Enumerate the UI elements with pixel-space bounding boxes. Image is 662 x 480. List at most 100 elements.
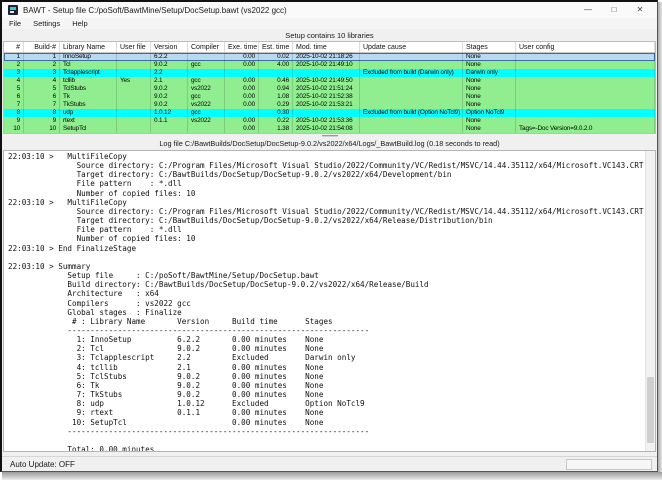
cell-mod-time: 2025-10-02 21:53:21 [293, 101, 360, 109]
cell-mod-time: 2025-10-02 21:49:50 [293, 77, 360, 85]
table-row[interactable]: 1010SetupTcl0.001.382025-10-02 21:54:08N… [4, 125, 655, 133]
cell-compiler: vs2022 [188, 85, 225, 93]
col-header-update-cause[interactable]: Update cause [360, 42, 463, 52]
table-row[interactable]: 99rtext0.1.1vs20220.000.222025-10-02 21:… [4, 117, 655, 125]
table-row[interactable]: 33Tclapplescript2.2Excluded from build (… [4, 69, 655, 77]
cell-num: 5 [4, 85, 24, 93]
cell-stages: None [463, 101, 516, 109]
cell-user-config [516, 85, 655, 93]
cell-stages: None [463, 77, 516, 85]
window-shadow-right [658, 2, 662, 472]
cell-user-file [117, 101, 151, 109]
log-output[interactable]: 22:03:10 > MultiFileCopy Source director… [4, 151, 655, 452]
col-header-version[interactable]: Version [151, 42, 188, 52]
table-row[interactable]: 11InnoSetup6.2.20.000.022025-10-02 21:18… [4, 53, 655, 61]
cell-mod-time: 2025-10-02 21:18:26 [293, 53, 360, 61]
cell-num: 1 [4, 53, 24, 61]
log-vertical-scrollbar[interactable] [645, 151, 655, 451]
cell-est-time: 0.29 [259, 101, 293, 109]
cell-exe-time: 0.00 [225, 101, 259, 109]
cell-est-time: 1.38 [259, 125, 293, 133]
cell-version [151, 125, 188, 133]
table-row[interactable]: 55TclStubs9.0.2vs20220.000.942025-10-02 … [4, 85, 655, 93]
cell-num: 2 [4, 61, 24, 69]
cell-exe-time: 0.00 [225, 117, 259, 125]
cell-stages: Option NoTcl9 [463, 109, 516, 117]
cell-user-file [117, 61, 151, 69]
cell-est-time: 0.02 [259, 53, 293, 61]
window-shadow-bottom [2, 472, 662, 480]
cell-compiler: gcc [188, 61, 225, 69]
close-button[interactable]: ✕ [627, 2, 653, 18]
window-title: BAWT - Setup file C:/poSoft/BawtMine/Set… [23, 6, 287, 15]
maximize-button[interactable]: □ [601, 2, 627, 18]
scrollbar-thumb[interactable] [647, 377, 654, 443]
col-header-exe-time[interactable]: Exe. time [225, 42, 259, 52]
col-header-library-name[interactable]: Library Name [60, 42, 117, 52]
cell-exe-time [225, 69, 259, 77]
menu-item-file[interactable]: File [9, 19, 21, 28]
cell-compiler [188, 69, 225, 77]
cell-user-file [117, 125, 151, 133]
pane-sash[interactable] [2, 134, 657, 138]
cell-num: 9 [4, 117, 24, 125]
cell-build: 2 [24, 61, 60, 69]
col-header-build[interactable]: Build-# [24, 42, 60, 52]
cell-exe-time: 0.00 [225, 125, 259, 133]
cell-version: 9.0.2 [151, 85, 188, 93]
table-row[interactable]: 22Tcl9.0.2gcc0.004.002025-10-02 21:49:10… [4, 61, 655, 69]
cell-update-cause: Excluded from build (Darwin only) [360, 69, 463, 77]
cell-num: 10 [4, 125, 24, 133]
col-header-est-time[interactable]: Est. time [259, 42, 293, 52]
progress-panel [566, 459, 652, 470]
cell-mod-time: 2025-10-02 21:51:24 [293, 85, 360, 93]
cell-compiler: gcc [188, 77, 225, 85]
minimize-button[interactable]: — [575, 2, 601, 18]
bawt-window: BAWT - Setup file C:/poSoft/BawtMine/Set… [0, 0, 658, 472]
log-area: 22:03:10 > MultiFileCopy Source director… [3, 150, 656, 452]
cell-user-config [516, 117, 655, 125]
cell-version: 2.1 [151, 77, 188, 85]
cell-mod-time: 2025-10-02 21:53:36 [293, 117, 360, 125]
cell-est-time: 4.00 [259, 61, 293, 69]
cell-exe-time: 0.00 [225, 85, 259, 93]
cell-stages: None [463, 125, 516, 133]
col-header-stages[interactable]: Stages [463, 42, 516, 52]
cell-build: 6 [24, 93, 60, 101]
cell-stages: None [463, 117, 516, 125]
col-header-user-file[interactable]: User file [117, 42, 151, 52]
col-header-num[interactable]: # [4, 42, 24, 52]
cell-compiler [188, 125, 225, 133]
window-controls: — □ ✕ [575, 2, 653, 18]
table-row[interactable]: 44tcllibYes2.1gcc0.000.462025-10-02 21:4… [4, 77, 655, 85]
table-row[interactable]: 77TkStubs9.0.2vs20220.000.292025-10-02 2… [4, 101, 655, 109]
cell-est-time: 1.08 [259, 93, 293, 101]
menu-item-settings[interactable]: Settings [33, 19, 60, 28]
cell-mod-time: 2025-10-02 21:54:08 [293, 125, 360, 133]
cell-build: 5 [24, 85, 60, 93]
cell-version: 1.0.12 [151, 109, 188, 117]
cell-stages: None [463, 93, 516, 101]
cell-user-config [516, 77, 655, 85]
cell-est-time [259, 69, 293, 77]
col-header-compiler[interactable]: Compiler [188, 42, 225, 52]
col-header-mod-time[interactable]: Mod. time [293, 42, 360, 52]
cell-name: Tclapplescript [60, 69, 117, 77]
cell-update-cause [360, 85, 463, 93]
cell-build: 3 [24, 69, 60, 77]
table-row[interactable]: 66Tk9.0.2gcc0.001.082025-10-02 21:52:38N… [4, 93, 655, 101]
cell-compiler [188, 53, 225, 61]
menu-item-help[interactable]: Help [72, 19, 87, 28]
library-table-header: # Build-# Library Name User file Version… [4, 42, 655, 53]
cell-version: 6.2.2 [151, 53, 188, 61]
cell-stages: None [463, 85, 516, 93]
cell-compiler: gcc [188, 93, 225, 101]
cell-user-file [117, 69, 151, 77]
col-header-user-config[interactable]: User config [516, 42, 655, 52]
cell-user-file [117, 117, 151, 125]
table-row[interactable]: 88udp1.0.12gcc0.30Excluded from build (O… [4, 109, 655, 117]
cell-version: 9.0.2 [151, 101, 188, 109]
cell-exe-time: 0.00 [225, 53, 259, 61]
app-icon [8, 5, 18, 15]
cell-exe-time: 0.00 [225, 77, 259, 85]
